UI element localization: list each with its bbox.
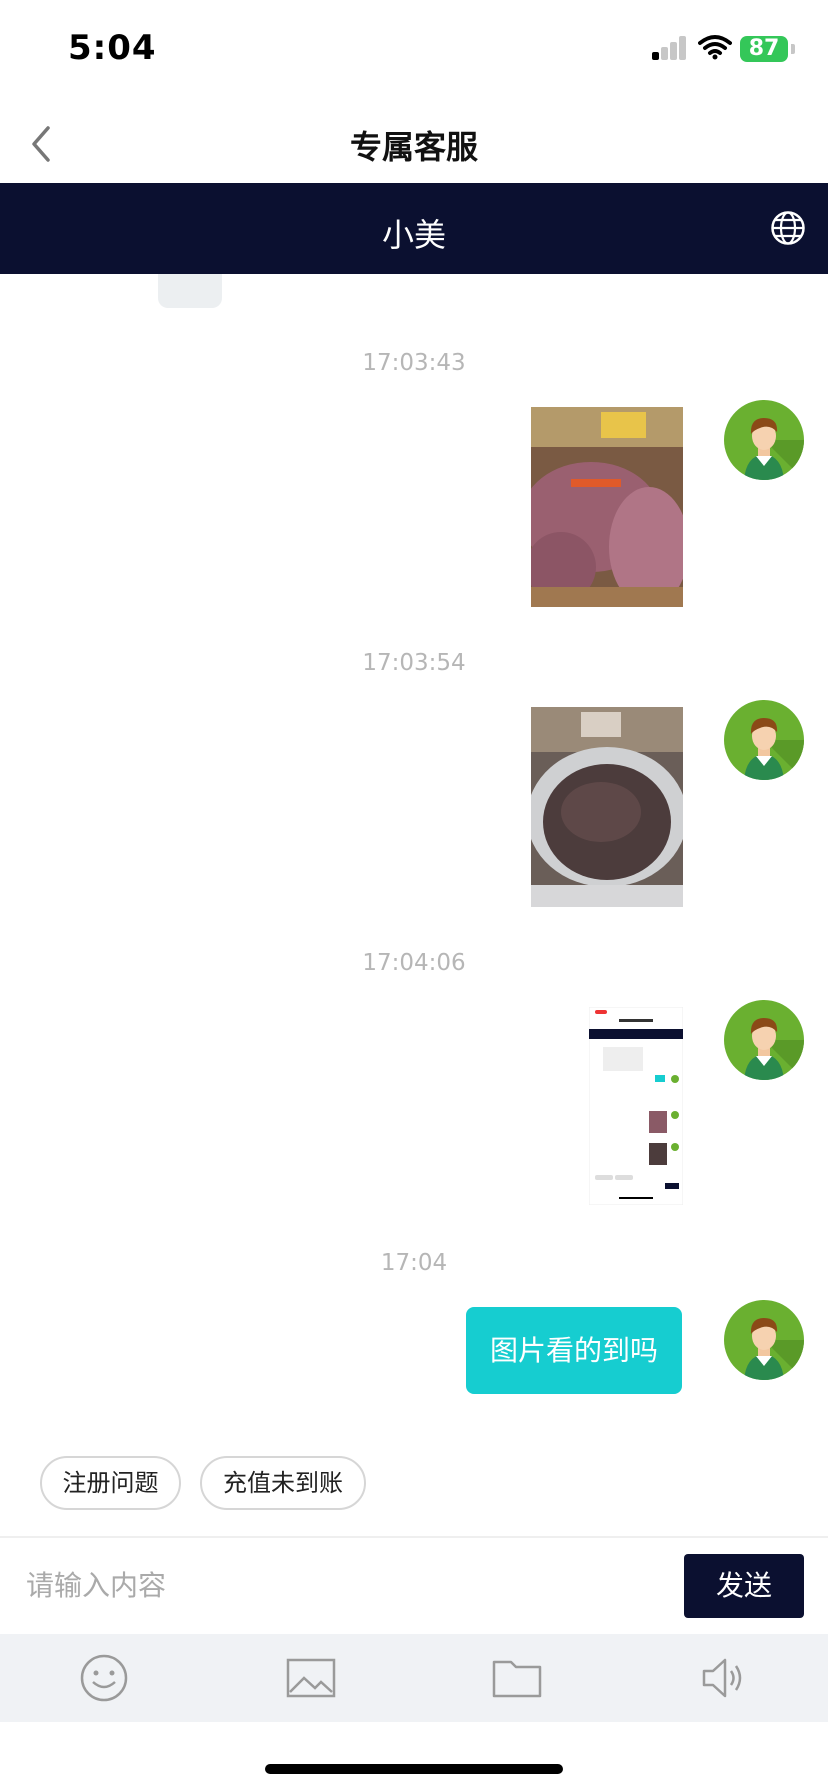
user-avatar-icon <box>724 700 804 780</box>
quick-reply-chip[interactable]: 充值未到账 <box>200 1456 366 1510</box>
home-indicator[interactable] <box>265 1764 563 1774</box>
image-icon[interactable] <box>285 1652 337 1704</box>
cellular-signal-icon <box>652 36 686 60</box>
send-button[interactable]: 发送 <box>684 1554 804 1618</box>
globe-icon[interactable] <box>770 210 806 246</box>
emoji-icon[interactable] <box>78 1652 130 1704</box>
user-avatar-icon <box>724 1300 804 1380</box>
text-message-bubble: 图片看的到吗 <box>466 1307 682 1394</box>
message-input[interactable] <box>26 1562 646 1608</box>
speaker-icon[interactable] <box>698 1652 750 1704</box>
battery-indicator: 87 <box>740 36 788 62</box>
previous-message-bubble <box>158 274 222 308</box>
wifi-icon <box>698 35 732 60</box>
quick-reply-chip[interactable]: 注册问题 <box>40 1456 181 1510</box>
message-timestamp: 17:03:43 <box>362 350 466 376</box>
user-avatar-icon <box>724 1000 804 1080</box>
agent-name: 小美 <box>381 216 446 254</box>
status-time: 5:04 <box>68 28 157 68</box>
message-timestamp: 17:04:06 <box>362 950 466 976</box>
battery-tip <box>791 44 795 54</box>
folder-icon[interactable] <box>491 1652 543 1704</box>
page-title: 专属客服 <box>349 128 478 166</box>
image-message[interactable] <box>531 407 683 607</box>
message-timestamp: 17:03:54 <box>362 650 466 676</box>
message-timestamp: 17:04 <box>380 1250 448 1276</box>
user-avatar-icon <box>724 400 804 480</box>
image-message[interactable] <box>531 707 683 907</box>
image-message[interactable] <box>589 1007 683 1205</box>
composer-divider <box>0 1536 828 1538</box>
